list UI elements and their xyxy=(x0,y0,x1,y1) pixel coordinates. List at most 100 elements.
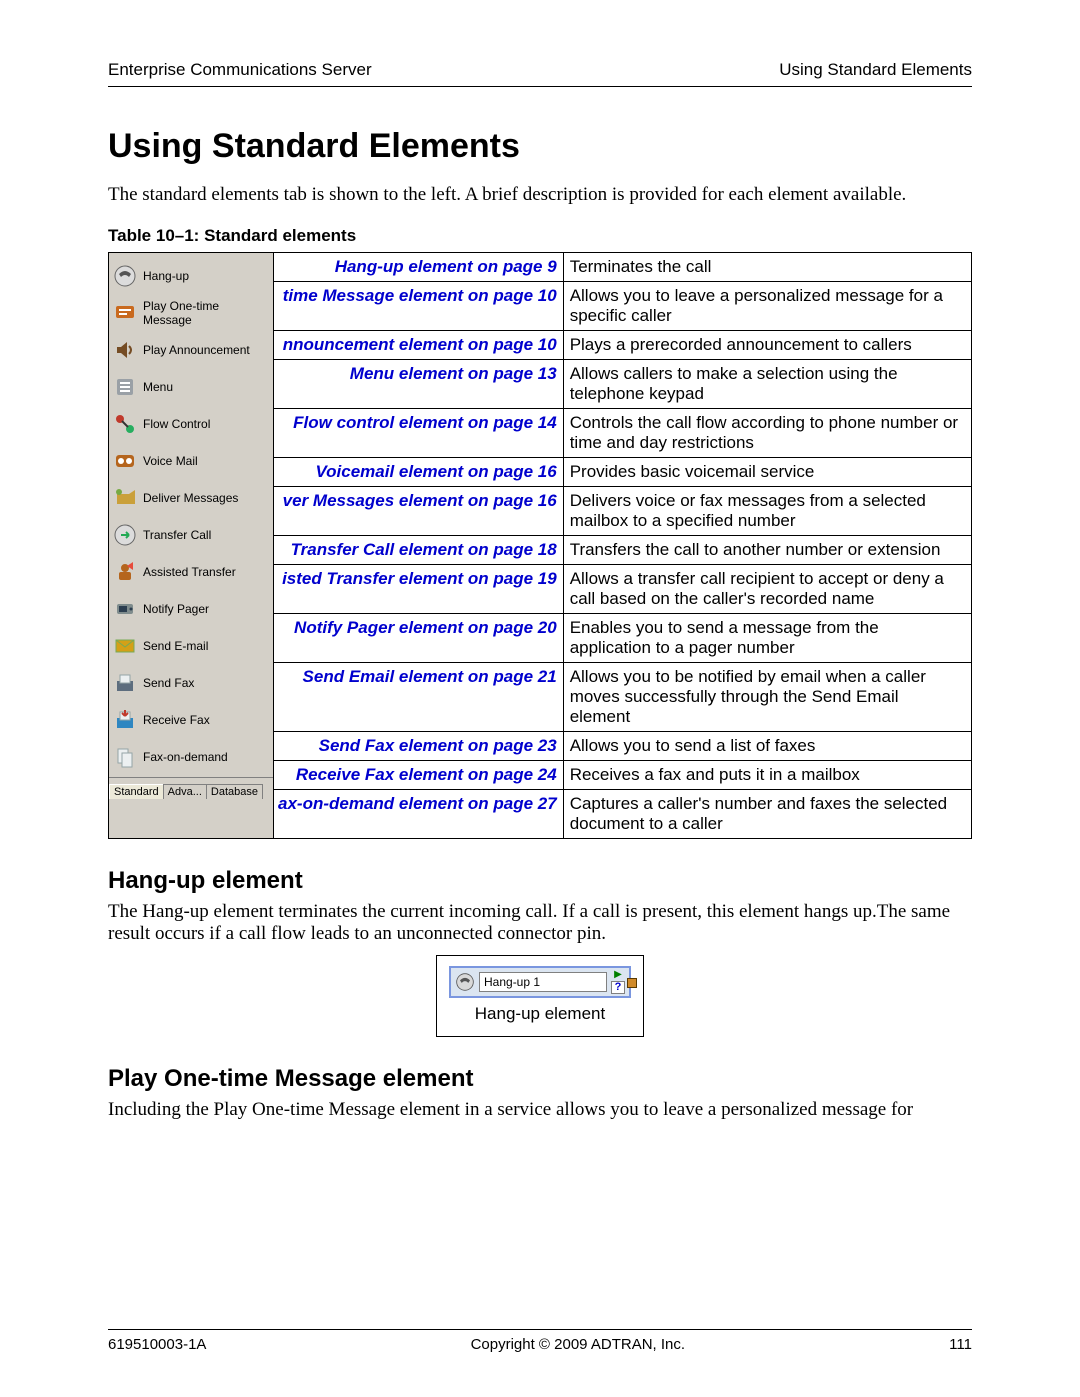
transfer-icon xyxy=(113,523,137,547)
sidebar-item[interactable]: Menu xyxy=(113,368,271,405)
sidebar-item-label: Flow Control xyxy=(143,417,210,431)
element-link[interactable]: Voicemail element on page 16 xyxy=(274,458,564,487)
element-description: Provides basic voicemail service xyxy=(563,458,971,487)
hangup-widget-label: Hang-up 1 xyxy=(479,972,607,992)
element-description: Delivers voice or fax messages from a se… xyxy=(563,487,971,536)
tab-standard[interactable]: Standard xyxy=(109,784,164,799)
document-page: Enterprise Communications Server Using S… xyxy=(0,0,1080,1397)
play-section-body: Including the Play One-time Message elem… xyxy=(108,1099,972,1121)
sidebar-item-label: Play Announcement xyxy=(143,343,250,357)
element-link[interactable]: time Message element on page 10 xyxy=(274,282,564,331)
msg-icon xyxy=(113,301,137,325)
footer-center: Copyright © 2009 ADTRAN, Inc. xyxy=(471,1336,685,1353)
play-section-title: Play One-time Message element xyxy=(108,1065,972,1093)
sidebar-item-label: Receive Fax xyxy=(143,713,210,727)
fax-icon xyxy=(113,671,137,695)
sidebar-item[interactable]: Transfer Call xyxy=(113,516,271,553)
sidebar-item-label: Transfer Call xyxy=(143,528,211,542)
element-description: Enables you to send a message from the a… xyxy=(563,614,971,663)
sidebar-item[interactable]: Send E-mail xyxy=(113,627,271,664)
phone-icon xyxy=(455,972,475,992)
elements-sidebar: Hang-up Play One-time Message Play Announc… xyxy=(109,253,274,839)
header-left: Enterprise Communications Server xyxy=(108,60,372,80)
sidebar-item[interactable]: Send Fax xyxy=(113,664,271,701)
element-description: Controls the call flow according to phon… xyxy=(563,409,971,458)
table-caption: Table 10–1: Standard elements xyxy=(108,226,972,246)
sidebar-item[interactable]: Receive Fax xyxy=(113,701,271,738)
menu-icon xyxy=(113,375,137,399)
element-link[interactable]: ver Messages element on page 16 xyxy=(274,487,564,536)
element-description: Allows you to leave a personalized messa… xyxy=(563,282,971,331)
sidebar-tabs: StandardAdva...Database xyxy=(109,777,273,798)
element-link[interactable]: Receive Fax element on page 24 xyxy=(274,761,564,790)
email-icon xyxy=(113,634,137,658)
table-row: Hang-upPlay One-time MessagePlay Announc… xyxy=(109,253,972,282)
element-description: Allows you to be notified by email when … xyxy=(563,663,971,732)
deliver-icon xyxy=(113,486,137,510)
element-link[interactable]: Send Fax element on page 23 xyxy=(274,732,564,761)
sidebar-item-label: Menu xyxy=(143,380,173,394)
element-link[interactable]: nnouncement element on page 10 xyxy=(274,331,564,360)
sidebar-item-label: Send E-mail xyxy=(143,639,208,653)
sidebar-item-label: Voice Mail xyxy=(143,454,198,468)
page-footer: 619510003-1A Copyright © 2009 ADTRAN, In… xyxy=(108,1329,972,1353)
sidebar-item-label: Hang-up xyxy=(143,269,189,283)
sidebar-item[interactable]: Deliver Messages xyxy=(113,479,271,516)
element-description: Allows a transfer call recipient to acce… xyxy=(563,565,971,614)
sidebar-item[interactable]: Flow Control xyxy=(113,405,271,442)
hangup-widget: Hang-up 1 ▶ ? xyxy=(449,966,631,998)
element-link[interactable]: Menu element on page 13 xyxy=(274,360,564,409)
element-link[interactable]: Hang-up element on page 9 xyxy=(274,253,564,282)
sidebar-item-label: Notify Pager xyxy=(143,602,209,616)
element-link[interactable]: isted Transfer element on page 19 xyxy=(274,565,564,614)
hangup-section-body: The Hang-up element terminates the curre… xyxy=(108,901,972,945)
connector-pin-icon xyxy=(627,978,637,988)
hangup-figure-caption: Hang-up element xyxy=(449,1004,631,1024)
intro-paragraph: The standard elements tab is shown to th… xyxy=(108,184,972,206)
sidebar-item[interactable]: Hang-up xyxy=(113,257,271,294)
element-description: Plays a prerecorded announcement to call… xyxy=(563,331,971,360)
element-link[interactable]: Transfer Call element on page 18 xyxy=(274,536,564,565)
sidebar-item-label: Assisted Transfer xyxy=(143,565,236,579)
sidebar-item-label: Send Fax xyxy=(143,676,194,690)
element-description: Terminates the call xyxy=(563,253,971,282)
assist-icon xyxy=(113,560,137,584)
fod-icon xyxy=(113,745,137,769)
play-icon: ▶ xyxy=(611,970,625,980)
help-icon: ? xyxy=(611,981,625,994)
element-description: Captures a caller's number and faxes the… xyxy=(563,790,971,839)
rfax-icon xyxy=(113,708,137,732)
flow-icon xyxy=(113,412,137,436)
sidebar-item[interactable]: Play One-time Message xyxy=(113,294,271,331)
sidebar-item[interactable]: Notify Pager xyxy=(113,590,271,627)
element-link[interactable]: Notify Pager element on page 20 xyxy=(274,614,564,663)
speaker-icon xyxy=(113,338,137,362)
hangup-figure: Hang-up 1 ▶ ? Hang-up element xyxy=(436,955,644,1037)
standard-elements-table: Hang-up Play One-time Message Play Announc… xyxy=(108,252,972,839)
sidebar-item[interactable]: Assisted Transfer xyxy=(113,553,271,590)
vmail-icon xyxy=(113,449,137,473)
element-description: Allows you to send a list of faxes xyxy=(563,732,971,761)
sidebar-item-label: Fax-on-demand xyxy=(143,750,228,764)
pager-icon xyxy=(113,597,137,621)
sidebar-item-label: Deliver Messages xyxy=(143,491,238,505)
sidebar-item-label: Play One-time Message xyxy=(143,299,271,327)
footer-left: 619510003-1A xyxy=(108,1336,206,1353)
element-link[interactable]: Flow control element on page 14 xyxy=(274,409,564,458)
header-right: Using Standard Elements xyxy=(779,60,972,80)
footer-right: 111 xyxy=(949,1336,972,1353)
element-description: Transfers the call to another number or … xyxy=(563,536,971,565)
sidebar-item[interactable]: Fax-on-demand xyxy=(113,738,271,775)
tab-other[interactable]: Database xyxy=(206,784,263,799)
element-link[interactable]: Send Email element on page 21 xyxy=(274,663,564,732)
sidebar-item[interactable]: Play Announcement xyxy=(113,331,271,368)
page-header: Enterprise Communications Server Using S… xyxy=(108,60,972,87)
element-description: Allows callers to make a selection using… xyxy=(563,360,971,409)
element-description: Receives a fax and puts it in a mailbox xyxy=(563,761,971,790)
hangup-section-title: Hang-up element xyxy=(108,867,972,895)
tab-other[interactable]: Adva... xyxy=(163,784,207,799)
page-title: Using Standard Elements xyxy=(108,127,972,166)
sidebar-item[interactable]: Voice Mail xyxy=(113,442,271,479)
element-link[interactable]: ax-on-demand element on page 27 xyxy=(274,790,564,839)
phone-icon xyxy=(113,264,137,288)
